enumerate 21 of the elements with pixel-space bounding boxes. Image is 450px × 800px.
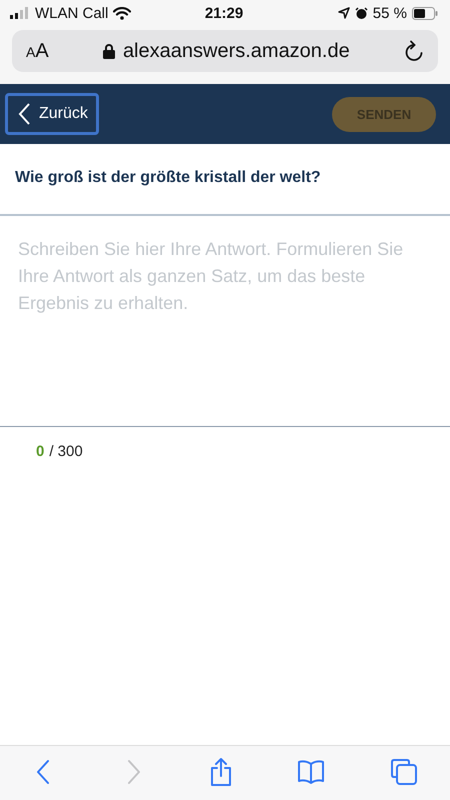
tabs-icon <box>388 757 419 787</box>
clock-time: 21:29 <box>204 4 244 22</box>
text-size-button[interactable]: AA <box>26 40 49 62</box>
reload-icon[interactable] <box>404 40 424 62</box>
chevron-left-icon <box>18 102 31 126</box>
url-text: alexaanswers.amazon.de <box>122 40 350 62</box>
location-icon <box>338 7 350 19</box>
battery-icon <box>412 6 438 20</box>
character-limit: / 300 <box>49 443 83 460</box>
book-icon <box>296 759 326 785</box>
lock-icon <box>102 43 115 59</box>
wifi-icon <box>113 6 132 20</box>
alarm-icon <box>354 6 368 20</box>
tabs-button[interactable] <box>388 757 419 787</box>
battery-percent: 55 % <box>372 4 407 22</box>
back-button[interactable]: Zurück <box>5 93 99 135</box>
signal-icon <box>10 7 30 19</box>
bookmarks-button[interactable] <box>296 759 326 785</box>
character-count: 0 <box>36 443 44 460</box>
address-bar[interactable]: AA alexaanswers.amazon.de <box>12 30 438 72</box>
carrier-name: WLAN Call <box>35 4 108 22</box>
